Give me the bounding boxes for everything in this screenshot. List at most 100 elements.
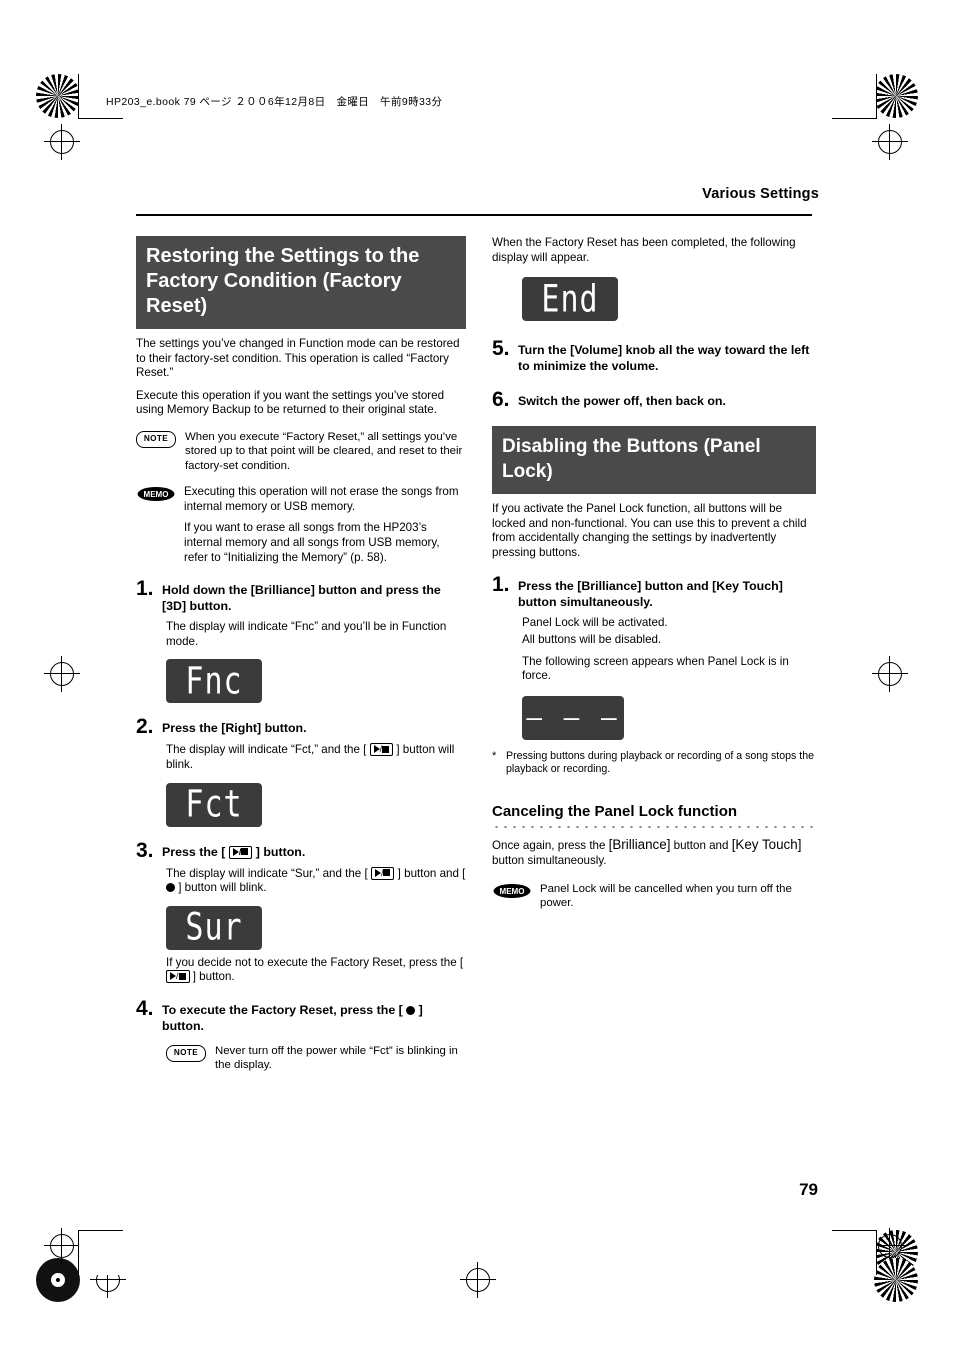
- section-title-panel-lock: Disabling the Buttons (Panel Lock): [492, 426, 816, 495]
- record-icon: [166, 883, 175, 893]
- step-2-body-pre: The display will indicate “Fct,” and the…: [166, 743, 370, 757]
- play-stop-icon: /: [228, 845, 253, 859]
- memo-block-1: MEMO Executing this operation will not e…: [136, 485, 466, 565]
- right-intro: When the Factory Reset has been complete…: [492, 236, 796, 264]
- step-1-title: Hold down the [Brilliance] button and pr…: [162, 583, 441, 614]
- step-4-title-pre: To execute the Factory Reset, press the …: [162, 1002, 407, 1017]
- step-5-title: Turn the [Volume] knob all the way towar…: [518, 343, 810, 374]
- page-number: 79: [799, 1180, 818, 1199]
- note-icon: NOTE: [166, 1044, 206, 1062]
- note-text-2: Never turn off the power while “Fct” is …: [215, 1044, 458, 1072]
- step-5-number: 5.: [492, 337, 510, 361]
- step-3: 3. Press the [ / ] button.: [136, 838, 466, 862]
- section-title-factory-reset: Restoring the Settings to the Factory Co…: [136, 236, 466, 329]
- memo-icon: MEMO: [492, 882, 532, 899]
- panel-lock-step-1-number: 1.: [492, 572, 510, 596]
- play-stop-icon: /: [370, 866, 395, 880]
- intro-paragraph-2: Execute this operation if you want the s…: [136, 388, 445, 417]
- cancel-mid: button and: [670, 838, 732, 852]
- crop-mark-bottom-right: [872, 1228, 908, 1264]
- led-display-sur: Sur: [166, 905, 262, 950]
- svg-text:MEMO: MEMO: [500, 887, 525, 896]
- cancel-post: button simultaneously.: [492, 853, 607, 867]
- step-3-title-pre: Press the [: [162, 844, 229, 859]
- panel-lock-body-2: All buttons will be disabled.: [522, 633, 662, 647]
- led-display-fnc: Fnc: [166, 659, 262, 704]
- cancel-button-key-touch: [Key Touch]: [731, 836, 802, 852]
- step-4-number: 4.: [136, 996, 154, 1020]
- memo-text-2: Panel Lock will be cancelled when you tu…: [540, 882, 792, 910]
- crop-mark-top-right: [872, 124, 908, 160]
- footnote-star: *: [492, 749, 497, 762]
- record-icon: [406, 1005, 416, 1015]
- crop-mark-bottom-center: [460, 1262, 496, 1298]
- cancel-pre: Once again, press the: [492, 838, 609, 852]
- corner-bracket-bottom-left: [78, 1230, 123, 1275]
- step-6-number: 6.: [492, 388, 510, 412]
- memo-text-1b: If you want to erase all songs from the …: [184, 521, 440, 564]
- step-6-title: Switch the power off, then back on.: [518, 394, 726, 409]
- registration-radial-top-left: [36, 74, 80, 118]
- led-display-panel-lock: – – –: [522, 695, 624, 740]
- panel-lock-body-3: The following screen appears when Panel …: [522, 654, 789, 683]
- footnote-row: * Pressing buttons during playback or re…: [492, 750, 816, 777]
- step-3-after: If you decide not to execute the Factory…: [166, 956, 466, 985]
- note-block-1: NOTE When you execute “Factory Reset,” a…: [136, 430, 466, 473]
- cancel-button-brilliance: [Brilliance]: [608, 836, 671, 852]
- led-sur-text: Sur: [185, 905, 243, 950]
- cancel-instruction: Once again, press the [Brilliance] butto…: [492, 837, 816, 868]
- step-1: 1. Hold down the [Brilliance] button and…: [136, 577, 466, 614]
- step-3-body-post: ] button will blink.: [175, 881, 267, 895]
- corner-bracket-bottom-right: [832, 1230, 877, 1275]
- panel-lock-intro: If you activate the Panel Lock function,…: [492, 502, 807, 559]
- step-3-body-mid: ] button and [: [394, 866, 466, 880]
- subsection-title-cancel-panel-lock: Canceling the Panel Lock function: [492, 802, 738, 820]
- memo-text-1a: Executing this operation will not erase …: [184, 485, 459, 513]
- play-stop-icon: /: [369, 743, 394, 757]
- crop-mark-mid-right: [872, 656, 908, 692]
- panel-lock-step-1-title: Press the [Brilliance] button and [Key T…: [518, 578, 783, 609]
- led-end-text: End: [541, 277, 599, 322]
- header-rule: [136, 214, 812, 216]
- step-3-number: 3.: [136, 838, 154, 862]
- step-3-after-post: ] button.: [189, 970, 235, 984]
- panel-lock-body-1: Panel Lock will be activated.: [522, 615, 668, 629]
- led-display-fct: Fct: [166, 782, 262, 827]
- led-display-end: End: [522, 277, 618, 322]
- memo-text-1: Executing this operation will not erase …: [184, 485, 466, 565]
- step-2-number: 2.: [136, 715, 154, 739]
- step-2-body: The display will indicate “Fct,” and the…: [166, 743, 466, 772]
- footnote-text: Pressing buttons during playback or reco…: [506, 749, 814, 776]
- right-column: When the Factory Reset has been complete…: [492, 236, 816, 911]
- step-4: 4. To execute the Factory Reset, press t…: [136, 996, 466, 1034]
- svg-text:MEMO: MEMO: [144, 490, 169, 499]
- step-3-body-pre: The display will indicate “Sur,” and the…: [166, 866, 371, 880]
- step-3-title-post: ] button.: [252, 844, 306, 859]
- led-dash-text: – – –: [526, 702, 620, 733]
- manual-page: HP203_e.book 79 ページ ２００6年12月8日 金曜日 午前9時3…: [0, 0, 954, 1351]
- step-1-number: 1.: [136, 577, 154, 601]
- step-3-after-pre: If you decide not to execute the Factory…: [166, 955, 464, 969]
- corner-bracket-top-right: [832, 74, 877, 119]
- registration-radial-top-right: [874, 74, 918, 118]
- step-6: 6. Switch the power off, then back on.: [492, 388, 816, 412]
- dotted-divider: [492, 824, 816, 829]
- led-fct-text: Fct: [185, 782, 243, 827]
- step-4-title: To execute the Factory Reset, press the …: [162, 999, 466, 1034]
- step-3-body: The display will indicate “Sur,” and the…: [166, 866, 466, 896]
- intro-paragraph-1: The settings you’ve changed in Function …: [136, 337, 460, 380]
- left-column: Restoring the Settings to the Factory Co…: [136, 236, 466, 1073]
- registration-dot-bottom-left: [36, 1258, 80, 1302]
- step-1-body: The display will indicate “Fnc” and you’…: [166, 620, 447, 648]
- crop-mark-top-left: [44, 124, 80, 160]
- memo-icon: MEMO: [136, 485, 176, 502]
- led-fnc-text: Fnc: [185, 659, 243, 704]
- step-5: 5. Turn the [Volume] knob all the way to…: [492, 337, 816, 374]
- memo-block-2: MEMO Panel Lock will be cancelled when y…: [492, 882, 816, 911]
- step-2-title: Press the [Right] button.: [162, 721, 307, 736]
- note-icon: NOTE: [136, 430, 176, 448]
- note-block-2: NOTE Never turn off the power while “Fct…: [166, 1044, 466, 1073]
- step-3-title: Press the [ / ] button.: [162, 841, 305, 861]
- play-stop-icon: /: [166, 970, 190, 984]
- registration-radial-bottom-2: [874, 1258, 918, 1302]
